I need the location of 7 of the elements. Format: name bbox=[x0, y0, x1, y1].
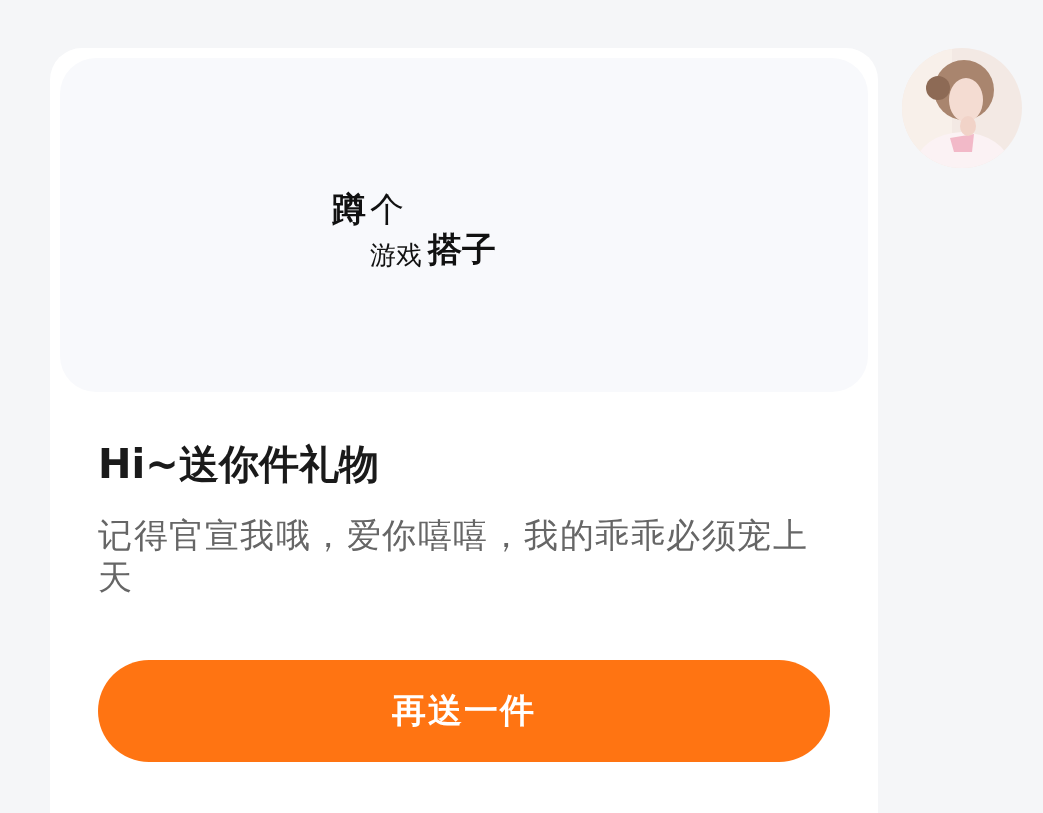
send-again-button[interactable]: 再送一件 bbox=[98, 660, 830, 762]
card-title: Hi~送你件礼物 bbox=[98, 440, 380, 489]
sticker-text: 个 bbox=[370, 188, 404, 231]
sticker-text: 游戏 bbox=[370, 239, 422, 272]
sticker-text: 搭子 bbox=[428, 228, 496, 271]
message-text: 记得官宣我哦，爱你嘻嘻，我的乖乖必须宠上天 bbox=[98, 514, 809, 598]
sticker-text: 蹲 bbox=[332, 188, 366, 231]
